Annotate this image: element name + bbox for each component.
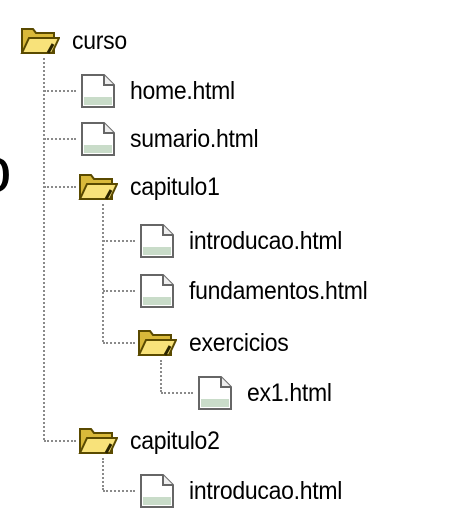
tree-node-label: introducao.html: [189, 226, 343, 255]
tree-node-sumario-html[interactable]: sumario.html: [78, 114, 270, 164]
folder-open-icon: [78, 169, 118, 205]
tree-guide-line: [102, 204, 104, 342]
tree-node-capitulo1[interactable]: capitulo1: [78, 162, 227, 212]
tree-node-introducao-html-2[interactable]: introducao.html: [137, 466, 355, 516]
tree-node-label: exercicios: [189, 328, 289, 357]
tree-node-label: home.html: [130, 76, 235, 105]
tree-node-label: capitulo2: [130, 426, 220, 455]
file-icon: [78, 121, 118, 157]
tree-node-label: sumario.html: [130, 124, 259, 153]
folder-open-icon: [78, 423, 118, 459]
file-icon: [137, 473, 177, 509]
clipped-text: o: [0, 138, 36, 208]
tree-guide-line: [161, 392, 193, 394]
folder-open-icon: [20, 23, 60, 59]
tree-node-ex1-html[interactable]: ex1.html: [195, 368, 339, 418]
tree-guide-line: [44, 186, 76, 188]
tree-node-label: introducao.html: [189, 476, 343, 505]
file-icon: [137, 223, 177, 259]
file-tree: o curso home.html: [0, 0, 470, 508]
file-icon: [78, 73, 118, 109]
tree-node-label: curso: [72, 26, 127, 55]
tree-node-exercicios[interactable]: exercicios: [137, 318, 297, 368]
tree-guide-line: [103, 490, 135, 492]
tree-node-fundamentos-html[interactable]: fundamentos.html: [137, 266, 383, 316]
tree-guide-line: [43, 58, 45, 440]
folder-open-icon: [137, 325, 177, 361]
tree-guide-line: [44, 138, 76, 140]
tree-guide-line: [44, 90, 76, 92]
tree-node-label: fundamentos.html: [189, 276, 368, 305]
file-icon: [137, 273, 177, 309]
tree-node-capitulo2[interactable]: capitulo2: [78, 416, 227, 466]
tree-guide-line: [103, 240, 135, 242]
tree-node-label: ex1.html: [247, 378, 332, 407]
tree-guide-line: [103, 342, 135, 344]
tree-node-introducao-html[interactable]: introducao.html: [137, 216, 355, 266]
tree-node-home-html[interactable]: home.html: [78, 66, 244, 116]
tree-guide-line: [44, 440, 76, 442]
tree-node-curso[interactable]: curso: [20, 16, 132, 66]
file-icon: [195, 375, 235, 411]
tree-guide-line: [103, 290, 135, 292]
tree-node-label: capitulo1: [130, 172, 220, 201]
